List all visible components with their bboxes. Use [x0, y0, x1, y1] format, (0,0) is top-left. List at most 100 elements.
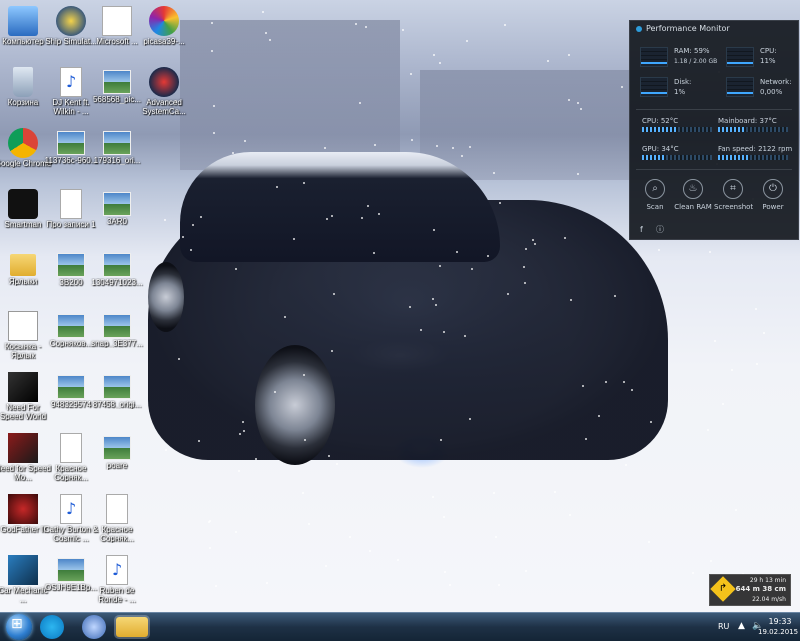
image-file-icon: [57, 558, 85, 582]
desktop-icon-label: Ruben de Ronde - ...: [98, 586, 136, 604]
desktop-icon-label: 3AR0: [106, 217, 127, 226]
itunes-icon[interactable]: [82, 615, 106, 639]
performance-monitor-gadget[interactable]: Performance Monitor RAM: 59% 1.18 / 2.00…: [629, 20, 799, 240]
taskbar: RU ▲ 🔈 19:33 19.02.2015: [0, 612, 800, 641]
image-file-icon: [103, 131, 131, 155]
desktop-icon[interactable]: 1304971023...: [88, 248, 146, 308]
cpu-temp-label: CPU: 52°C: [642, 117, 679, 125]
desktop-icon[interactable]: Advanced SystemCa...: [135, 65, 193, 125]
snowflake: [442, 330, 445, 333]
desktop-wallpaper: Компьютер Корзина Google Chrome Smartman Ярл…: [0, 0, 800, 612]
snowflake: [604, 380, 607, 383]
snowflake: [468, 417, 471, 420]
broom-icon: ♨: [683, 179, 703, 199]
snowflake: [648, 540, 651, 543]
cpu-label: CPU:: [760, 47, 777, 55]
snowflake: [449, 584, 452, 587]
snowflake: [366, 204, 369, 207]
network-value: 0,00%: [760, 88, 783, 96]
network-tray-icon[interactable]: ▲: [738, 621, 745, 631]
mainboard-temp-bar: [718, 127, 788, 132]
start-button[interactable]: [6, 614, 32, 640]
snowflake: [576, 172, 579, 175]
snowflake: [721, 403, 724, 406]
desktop-icon[interactable]: 3AR0: [88, 187, 146, 247]
ram-sub: 1.18 / 2.00 GB: [674, 58, 718, 65]
desktop-icon[interactable]: 87458_origi...: [88, 370, 146, 430]
snowflake: [237, 470, 240, 473]
snowflake: [756, 363, 759, 366]
speed-value: 22.04 m/sh: [752, 596, 786, 603]
speed-gadget[interactable]: ↱ 29 h 13 min 644 m 38 cm 22.04 m/sh: [709, 574, 791, 606]
snowflake: [369, 549, 372, 552]
snowflake: [234, 267, 237, 270]
snowflake: [567, 54, 570, 57]
snowflake: [364, 25, 367, 28]
snowflake: [302, 181, 305, 184]
snowflake: [302, 374, 305, 377]
network-graph-icon: [726, 77, 754, 97]
desktop-icon-label: 87458_origi...: [92, 400, 142, 409]
snowflake: [238, 432, 241, 435]
snowflake: [579, 107, 582, 110]
ship-simulator-icon: [56, 6, 86, 36]
disk-graph-icon: [640, 77, 668, 97]
image-file-icon: [103, 314, 131, 338]
mainboard-temp-label: Mainboard: 37°C: [718, 117, 777, 125]
audio-file-icon: [60, 494, 82, 524]
screenshot-button[interactable]: ⌗ Screenshot: [714, 179, 753, 211]
snowflake: [576, 101, 579, 104]
snowflake: [302, 491, 305, 494]
snowflake: [499, 201, 502, 204]
ram-graph-icon: [640, 47, 668, 67]
speed-distance: 644 m 38 cm: [735, 585, 786, 593]
snowflake: [411, 139, 414, 142]
explorer-folder-icon[interactable]: [116, 617, 148, 637]
chrome-icon: [8, 128, 38, 158]
recycle-bin-icon: [13, 67, 33, 97]
speed-time: 29 h 13 min: [749, 577, 786, 584]
skype-icon[interactable]: [40, 615, 64, 639]
desktop-icon-label: 179316_ori...: [93, 156, 141, 165]
image-file-icon: [103, 70, 131, 94]
snowflake: [401, 28, 404, 31]
clock-time[interactable]: 19:33: [762, 617, 798, 626]
desktop-icon-label: 1304971023...: [91, 278, 143, 287]
snowflake: [439, 62, 442, 65]
clean-ram-button[interactable]: ♨ Clean RAM: [674, 179, 712, 211]
clock-date[interactable]: 19.02.2015: [758, 628, 798, 636]
desktop-icon[interactable]: роаrе: [88, 431, 146, 491]
desktop-icon[interactable]: Красное Сорняк...: [88, 492, 146, 552]
snowflake: [325, 564, 328, 567]
desktop-icon[interactable]: picasa39-...: [135, 4, 193, 64]
perf-divider-2: [636, 169, 792, 170]
snowflake: [569, 514, 572, 517]
wallpaper-trees-right: [420, 70, 650, 180]
language-indicator[interactable]: RU: [718, 622, 729, 631]
snowflake: [734, 509, 737, 512]
facebook-icon[interactable]: f: [640, 225, 643, 234]
snowflake: [243, 429, 246, 432]
document-icon: [60, 189, 82, 219]
power-label: Power: [762, 203, 784, 211]
snowflake: [657, 249, 660, 251]
scan-button[interactable]: ⌕ Scan: [636, 179, 674, 211]
snowflake: [307, 522, 310, 525]
scan-label: Scan: [646, 203, 664, 211]
image-file-icon: [103, 436, 131, 460]
snowflake: [625, 463, 628, 466]
gpu-temp-bar: [642, 155, 712, 160]
image-file-icon: [57, 375, 85, 399]
torrent-icon: [102, 6, 132, 36]
smartman-icon: [8, 189, 38, 219]
snowflake: [327, 454, 330, 457]
power-button[interactable]: ⏻ Power: [754, 179, 792, 211]
desktop-icon[interactable]: Ruben de Ronde - ...: [88, 553, 146, 612]
desktop-icon[interactable]: snap_3E377...: [88, 309, 146, 369]
wallpaper-rear-wheel: [148, 262, 184, 332]
godfather-icon: [8, 494, 38, 524]
info-icon[interactable]: ⓘ: [656, 225, 664, 234]
desktop-icon[interactable]: 179316_ori...: [88, 126, 146, 186]
snowflake: [434, 303, 437, 306]
perf-divider: [636, 109, 792, 110]
